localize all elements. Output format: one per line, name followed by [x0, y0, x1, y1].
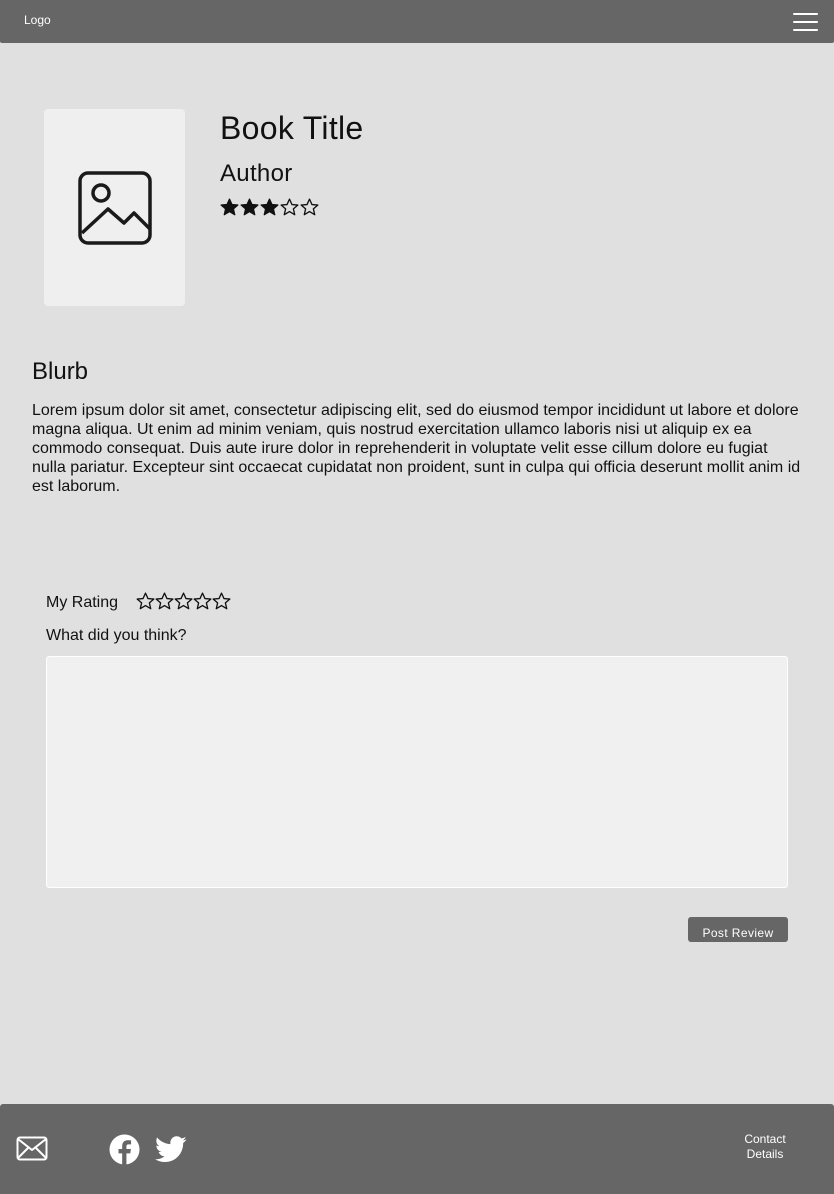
star-empty-icon: [300, 198, 319, 216]
post-review-button[interactable]: Post Review: [688, 917, 788, 942]
book-author: Author: [220, 160, 293, 187]
star-filled-icon: [260, 198, 279, 216]
contact-line-2: Details: [746, 1147, 784, 1161]
blurb-heading: Blurb: [32, 358, 89, 385]
star-empty-icon[interactable]: [212, 592, 231, 611]
footer-bar: Contact Details: [0, 1104, 834, 1194]
book-cover: [44, 109, 185, 306]
review-textarea[interactable]: [46, 656, 788, 888]
book-title: Book Title: [220, 110, 364, 146]
star-empty-icon: [280, 198, 299, 216]
star-empty-icon[interactable]: [155, 592, 174, 611]
star-empty-icon[interactable]: [136, 592, 155, 611]
twitter-icon[interactable]: [155, 1136, 187, 1163]
facebook-icon[interactable]: [109, 1134, 140, 1165]
book-average-rating: [220, 198, 319, 218]
top-nav-bar: Logo: [0, 0, 834, 43]
mail-icon[interactable]: [16, 1136, 48, 1162]
star-empty-icon[interactable]: [193, 592, 212, 611]
contact-line-1: Contact: [744, 1132, 786, 1146]
my-rating-stars[interactable]: [136, 592, 231, 612]
star-empty-icon[interactable]: [174, 592, 193, 611]
hamburger-menu-icon[interactable]: [793, 12, 819, 32]
blurb-text: Lorem ipsum dolor sit amet, consectetur …: [32, 402, 801, 495]
star-filled-icon: [240, 198, 259, 216]
image-placeholder-icon: [77, 170, 152, 245]
logo[interactable]: Logo: [24, 13, 51, 27]
review-question-label: What did you think?: [46, 627, 187, 644]
my-rating-label: My Rating: [46, 594, 119, 611]
contact-details-link[interactable]: Contact Details: [725, 1132, 805, 1162]
star-filled-icon: [220, 198, 239, 216]
